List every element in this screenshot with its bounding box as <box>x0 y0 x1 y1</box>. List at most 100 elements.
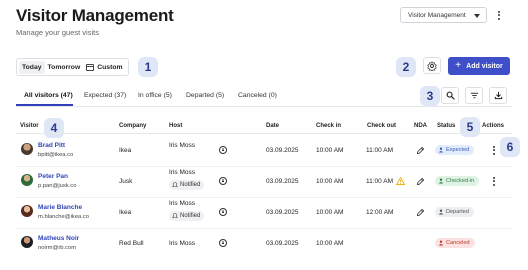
check-in-cell: 10:00 AM <box>316 147 344 154</box>
add-visitor-label: Add visitor <box>466 62 503 70</box>
check-out-cell: 11:00 AM <box>366 147 393 154</box>
settings-icon <box>427 60 437 71</box>
download-button[interactable] <box>489 87 507 104</box>
plus-icon: + <box>455 60 462 71</box>
callout-badge-3: 3 <box>420 86 440 106</box>
row-actions-kebab-icon[interactable] <box>491 145 497 155</box>
bell-icon <box>172 182 178 188</box>
search-icon <box>446 91 455 100</box>
date-cell: 03.09.2025 <box>266 147 299 154</box>
chevron-down-icon <box>474 14 480 18</box>
chat-icon[interactable] <box>219 177 227 185</box>
tabs-divider <box>16 106 512 107</box>
table-row[interactable]: Marie Blanche m.blanche@ikea.co Ikea Iri… <box>16 197 512 228</box>
column-header-nda: NDA <box>414 123 427 129</box>
company-cell: Ikea <box>119 209 132 216</box>
check-out-cell: 12:00 AM <box>366 209 394 216</box>
date-filter: Today Tomorrow Custom <box>16 58 129 76</box>
visitor-email: p.pan@jusk.co <box>38 183 77 189</box>
company-cell: Red Bull <box>119 240 144 247</box>
status-label: Canceled <box>446 240 470 246</box>
column-header-check-out: Check out <box>367 123 397 129</box>
visitor-name[interactable]: Peter Pan <box>38 173 68 180</box>
warning-icon <box>396 177 405 185</box>
visitor-name[interactable]: Matheus Noir <box>38 235 79 242</box>
person-icon <box>438 240 444 246</box>
table-row[interactable]: Brad Pitt bpitt@ikea.co Ikea Iris Moss 0… <box>16 135 512 166</box>
status-badge: Departed <box>435 207 475 217</box>
notified-badge: Notified <box>169 180 205 190</box>
status-badge: Expected <box>435 145 475 155</box>
status-label: Expected <box>446 147 470 153</box>
status-label: Checked-in <box>446 178 475 184</box>
notified-badge: Notified <box>169 211 205 221</box>
visitor-email: noirm@rb.com <box>38 245 77 251</box>
host-cell: Iris Moss <box>169 169 195 176</box>
table-header-divider <box>16 133 512 134</box>
chat-icon[interactable] <box>219 239 227 247</box>
calendar-icon <box>86 63 95 71</box>
bell-icon <box>172 213 178 219</box>
tab-in-office[interactable]: In office (5) <box>138 92 172 99</box>
settings-button[interactable] <box>423 57 441 74</box>
visitor-name[interactable]: Brad Pitt <box>38 142 65 149</box>
status-label: Departed <box>446 209 470 215</box>
callout-badge-5: 5 <box>460 117 480 137</box>
column-header-host: Host <box>169 123 183 129</box>
tab-expected[interactable]: Expected (37) <box>84 92 126 99</box>
person-icon <box>438 178 444 184</box>
date-filter-today[interactable]: Today <box>19 60 45 74</box>
column-header-actions: Actions <box>482 123 505 129</box>
pencil-icon[interactable] <box>416 208 425 217</box>
filter-button[interactable] <box>465 87 483 104</box>
date-cell: 03.09.2025 <box>266 178 299 185</box>
host-cell: Iris Moss <box>169 200 195 207</box>
table-row[interactable]: Peter Pan p.pan@jusk.co Jusk Iris Moss N… <box>16 166 512 197</box>
check-out-cell: 11:00 AM <box>366 178 393 185</box>
chat-icon[interactable] <box>219 208 227 216</box>
download-icon <box>494 91 502 100</box>
person-icon <box>438 147 444 153</box>
row-actions-kebab-icon[interactable] <box>491 176 497 186</box>
column-header-status: Status <box>437 123 456 129</box>
check-in-cell: 10:00 AM <box>316 209 344 216</box>
visitor-name[interactable]: Marie Blanche <box>38 204 82 211</box>
date-filter-tomorrow[interactable]: Tomorrow <box>45 61 84 74</box>
search-button[interactable] <box>441 87 459 104</box>
tab-all-visitors[interactable]: All visitors (47) <box>24 92 73 99</box>
visitor-email: bpitt@ikea.co <box>38 152 74 158</box>
column-header-check-in: Check in <box>316 123 342 129</box>
visitor-email: m.blanche@ikea.co <box>38 214 89 220</box>
date-filter-custom[interactable]: Custom <box>83 61 125 74</box>
column-header-date: Date <box>266 123 280 129</box>
company-cell: Jusk <box>119 178 133 185</box>
status-badge: Canceled <box>435 238 475 248</box>
check-in-cell: 10:00 AM <box>316 240 344 247</box>
tab-canceled[interactable]: Canceled (0) <box>238 92 277 99</box>
avatar <box>21 205 33 217</box>
date-cell: 03.09.2025 <box>266 209 299 216</box>
pencil-icon[interactable] <box>416 146 425 155</box>
status-badge: Checked-in <box>435 176 480 186</box>
pencil-icon[interactable] <box>416 177 425 186</box>
notified-label: Notified <box>180 182 201 188</box>
column-header-visitor: Visitor <box>20 123 39 129</box>
notified-label: Notified <box>180 213 201 219</box>
tab-departed[interactable]: Departed (5) <box>186 92 224 99</box>
module-select[interactable]: Visitor Management <box>400 7 487 23</box>
check-in-cell: 10:00 AM <box>316 178 344 185</box>
page-menu-kebab-icon[interactable] <box>494 8 504 22</box>
column-header-company: Company <box>119 123 147 129</box>
filter-icon <box>470 92 478 99</box>
avatar <box>21 174 33 186</box>
table-row[interactable]: Matheus Noir noirm@rb.com Red Bull Iris … <box>16 228 512 259</box>
callout-badge-1: 1 <box>138 57 158 77</box>
host-cell: Iris Moss <box>169 240 195 247</box>
person-icon <box>438 209 444 215</box>
date-cell: 03.09.2025 <box>266 240 299 247</box>
avatar <box>21 143 33 155</box>
page-title: Visitor Management <box>16 6 174 25</box>
add-visitor-button[interactable]: + Add visitor <box>448 57 510 75</box>
chat-icon[interactable] <box>219 146 227 154</box>
module-select-value: Visitor Management <box>408 12 466 19</box>
